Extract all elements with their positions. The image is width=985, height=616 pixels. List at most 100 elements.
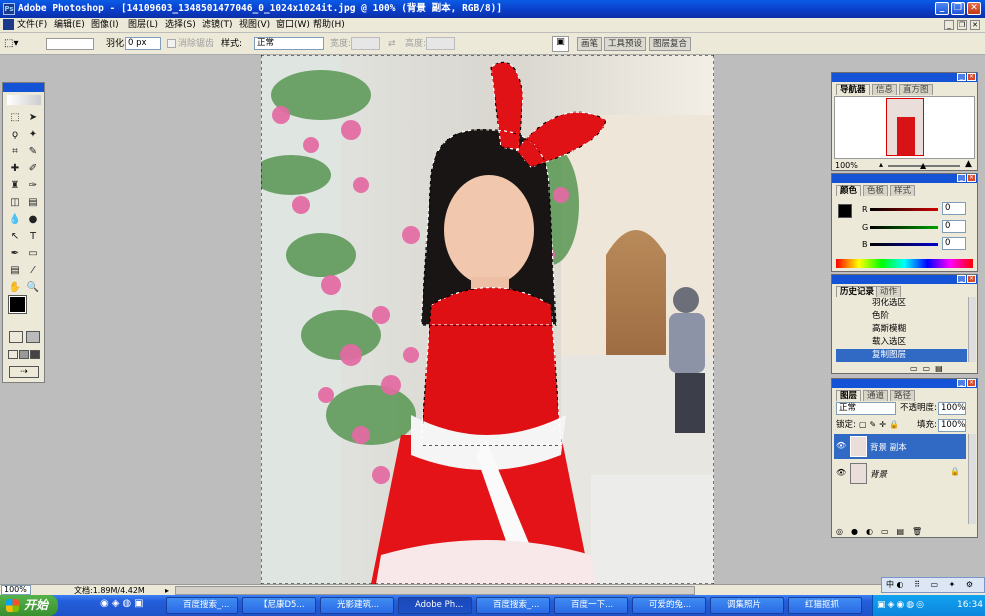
history-item[interactable]: 载入选区 [836,336,967,349]
zoom-slider-thumb-icon[interactable]: ▲ [920,161,926,170]
taskbar-item-active[interactable]: Adobe Ph... [398,597,472,614]
fill-input[interactable]: 100% [938,419,966,432]
menu-select[interactable]: 选择(S) [165,18,196,32]
dock-tab-brushes[interactable]: 画笔 [577,37,602,51]
tab-paths[interactable]: 路径 [890,390,915,401]
panel-close-icon[interactable]: × [967,379,976,387]
tab-histogram[interactable]: 直方图 [899,84,933,95]
taskbar-item[interactable]: 百度搜索_... [476,597,550,614]
layer-row[interactable]: 👁 背景 副本 [834,434,966,459]
quick-launch-icons[interactable]: ◉◈◍▣ [100,598,160,613]
taskbar-item[interactable]: 百度一下... [554,597,628,614]
move-tool-icon[interactable]: ➤ [25,110,41,126]
color-foreground-swatch[interactable] [838,204,852,218]
blur-tool-icon[interactable]: 💧 [7,212,23,228]
tab-channels[interactable]: 通道 [863,390,888,401]
gradient-tool-icon[interactable]: ▤ [25,195,41,211]
shape-tool-icon[interactable]: ▭ [25,246,41,262]
clone-stamp-icon[interactable]: ♜ [7,178,23,194]
panel-close-icon[interactable]: × [967,275,976,283]
swap-icon[interactable]: ⇄ [388,38,396,50]
file-browser-icon[interactable]: ▣ [552,36,569,52]
screen-mode-full-menu-icon[interactable] [19,350,29,359]
jump-to-imageready-icon[interactable]: ⇢ [9,366,39,378]
tab-layers[interactable]: 图层 [836,390,861,401]
horizontal-scrollbar[interactable] [175,586,695,595]
panel-minimize-icon[interactable]: _ [957,379,966,387]
ime-toolbar[interactable]: 中 ◐ ⠿ ▭ ✦ ⚙ [881,577,985,593]
menu-image[interactable]: 图像(I) [91,18,119,32]
adobe-online-icon[interactable] [7,95,41,105]
navigator-view-box[interactable] [886,98,924,156]
screen-mode-full-icon[interactable] [30,350,40,359]
dock-tab-tool-presets[interactable]: 工具预设 [604,37,646,51]
layers-footer-icons[interactable]: ◎●◐▭▤🗑 [836,527,971,536]
panel-minimize-icon[interactable]: _ [957,275,966,283]
hand-tool-icon[interactable]: ✋ [7,280,23,296]
ime-icons[interactable]: ◐ ⠿ ▭ ✦ ⚙ [897,580,977,589]
standard-mode-icon[interactable] [9,331,23,343]
menu-filter[interactable]: 滤镜(T) [202,18,233,32]
history-item[interactable]: 羽化选区 [836,297,967,310]
antialias-checkbox[interactable] [167,39,176,48]
history-brush-icon[interactable]: ✑ [25,178,41,194]
blend-mode-select[interactable]: 正常 [836,402,896,415]
navigator-preview[interactable] [834,96,975,159]
selection-mode-icons[interactable] [46,38,94,50]
doc-restore-button[interactable]: ❐ [957,20,967,30]
feather-input[interactable]: 0 px [125,37,161,50]
title-bar[interactable]: Ps Adobe Photoshop - [14109603_134850147… [0,0,985,18]
layer-name[interactable]: 背景 副本 [870,441,907,453]
layer-name[interactable]: 背景 [870,468,887,480]
layers-panel-titlebar[interactable] [832,379,977,388]
menu-window[interactable]: 窗口(W) [276,18,310,32]
dodge-tool-icon[interactable]: ● [25,212,41,228]
ime-mode[interactable]: 中 [886,580,894,589]
history-footer-icons[interactable]: ▭▭▤ [910,364,970,373]
menu-view[interactable]: 视图(V) [239,18,270,32]
history-item-selected[interactable]: 复制图层 [836,349,967,362]
eyedropper-icon[interactable]: ⁄ [25,263,41,279]
channel-r-slider[interactable] [870,208,938,211]
magic-wand-icon[interactable]: ✦ [25,127,41,143]
screen-mode-standard-icon[interactable] [8,350,18,359]
path-select-icon[interactable]: ↖ [7,229,23,245]
width-input[interactable] [351,37,380,50]
tab-styles[interactable]: 样式 [890,185,915,196]
history-scrollbar[interactable] [968,297,976,362]
color-spectrum-bar[interactable] [836,259,973,268]
menu-file[interactable]: 文件(F) [17,18,47,32]
visibility-eye-icon[interactable]: 👁 [836,441,846,450]
lasso-tool-icon[interactable]: ϙ [7,127,23,143]
tab-actions[interactable]: 动作 [876,286,901,297]
zoom-level[interactable]: 100% [1,585,31,595]
channel-g-slider[interactable] [870,226,938,229]
history-item[interactable]: 色阶 [836,310,967,323]
brush-tool-icon[interactable]: ✐ [25,161,41,177]
type-tool-icon[interactable]: T [25,229,41,245]
pen-tool-icon[interactable]: ✒ [7,246,23,262]
taskbar-item[interactable]: 可爱的兔... [632,597,706,614]
tray-icons[interactable]: ▣◈◉◍◎ [877,595,926,616]
tab-swatches[interactable]: 色板 [863,185,888,196]
channel-g-input[interactable]: 0 [942,220,966,233]
tab-color[interactable]: 颜色 [836,185,861,196]
toolbox-titlebar[interactable] [3,83,44,92]
channel-r-input[interactable]: 0 [942,202,966,215]
crop-tool-icon[interactable]: ⌗ [7,144,23,160]
opacity-input[interactable]: 100% [938,402,966,415]
document-canvas[interactable] [261,55,714,584]
notes-tool-icon[interactable]: ▤ [7,263,23,279]
tab-history[interactable]: 历史记录 [836,286,878,297]
tab-navigator[interactable]: 导航器 [836,84,870,95]
channel-b-slider[interactable] [870,243,938,246]
zoom-tool-icon[interactable]: 🔍 [25,280,41,296]
healing-brush-icon[interactable]: ✚ [7,161,23,177]
menu-edit[interactable]: 编辑(E) [54,18,85,32]
panel-minimize-icon[interactable]: _ [957,174,966,182]
panel-close-icon[interactable]: × [967,73,976,81]
panel-minimize-icon[interactable]: _ [957,73,966,81]
close-button[interactable]: ✕ [967,2,981,15]
menu-layer[interactable]: 图层(L) [128,18,158,32]
quickmask-mode-icon[interactable] [26,331,40,343]
